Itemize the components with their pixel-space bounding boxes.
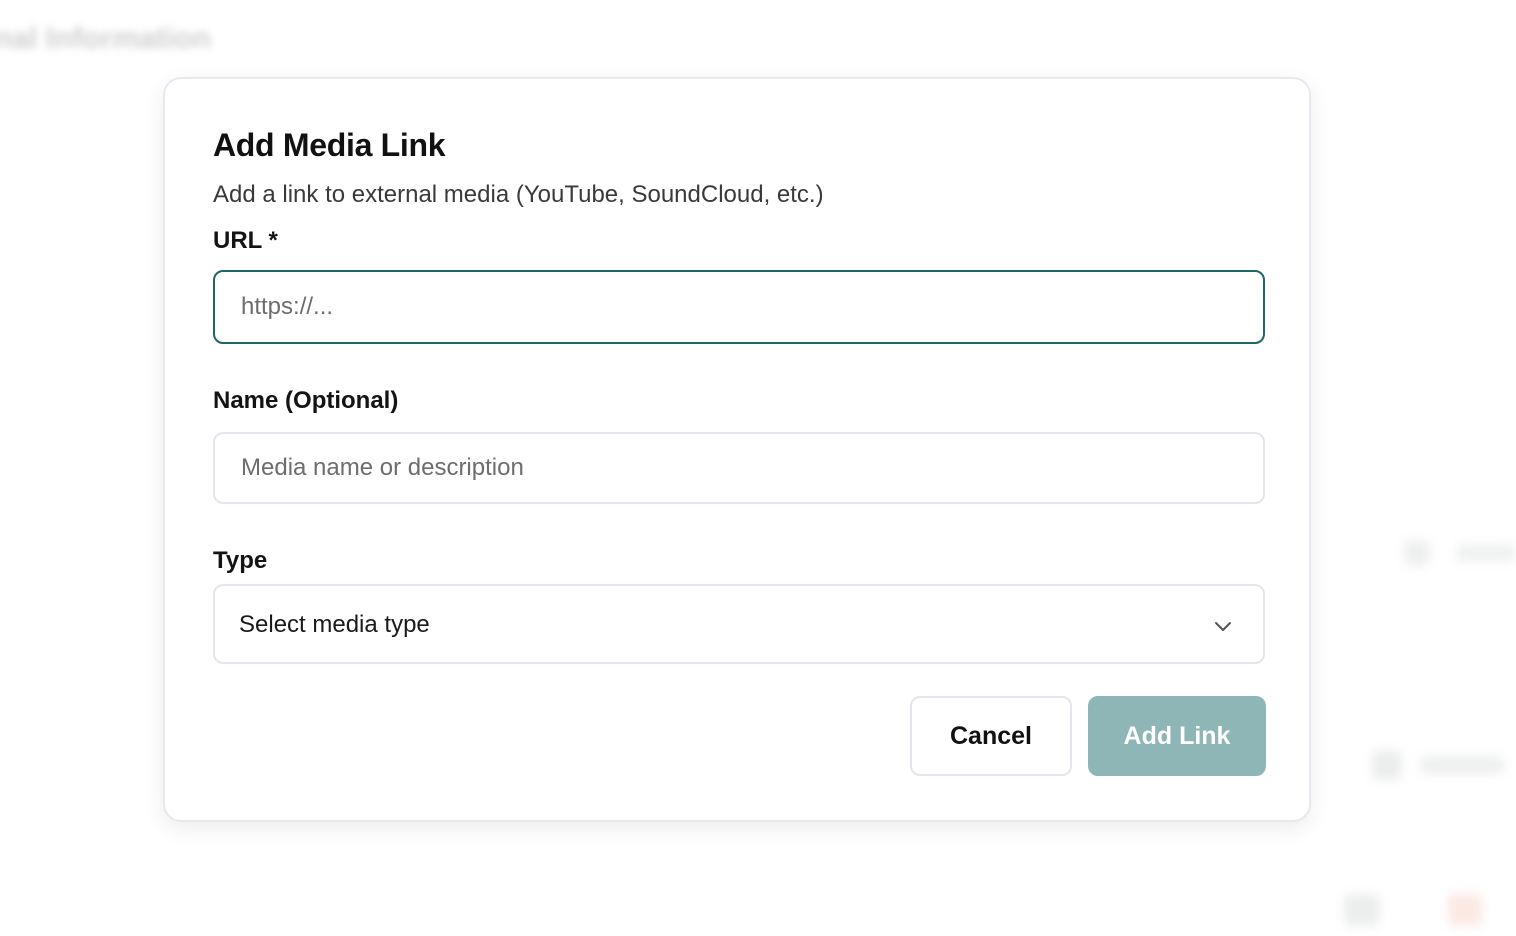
name-input[interactable] <box>213 432 1265 504</box>
cancel-button[interactable]: Cancel <box>910 696 1072 776</box>
media-type-selected-value: Select media type <box>239 611 430 638</box>
type-label: Type <box>213 547 268 574</box>
dialog-title: Add Media Link <box>213 127 446 163</box>
background-blurred-label <box>1420 756 1504 774</box>
url-label: URL * <box>213 227 278 254</box>
dialog-description: Add a link to external media (YouTube, S… <box>213 181 824 208</box>
add-link-button[interactable]: Add Link <box>1088 696 1266 776</box>
media-type-select[interactable]: Select media type <box>213 584 1265 664</box>
background-blurred-icon <box>1344 894 1380 926</box>
background-blurred-icon <box>1404 540 1430 566</box>
background-blurred-icon <box>1448 894 1482 926</box>
chevron-down-icon <box>1215 622 1231 631</box>
url-input[interactable] <box>213 270 1265 344</box>
background-blurred-label <box>1456 544 1516 562</box>
add-media-link-dialog: Add Media Link Add a link to external me… <box>163 77 1311 822</box>
background-section-heading: nal Information <box>0 22 211 55</box>
name-label: Name (Optional) <box>213 387 399 414</box>
background-blurred-icon <box>1372 750 1402 780</box>
